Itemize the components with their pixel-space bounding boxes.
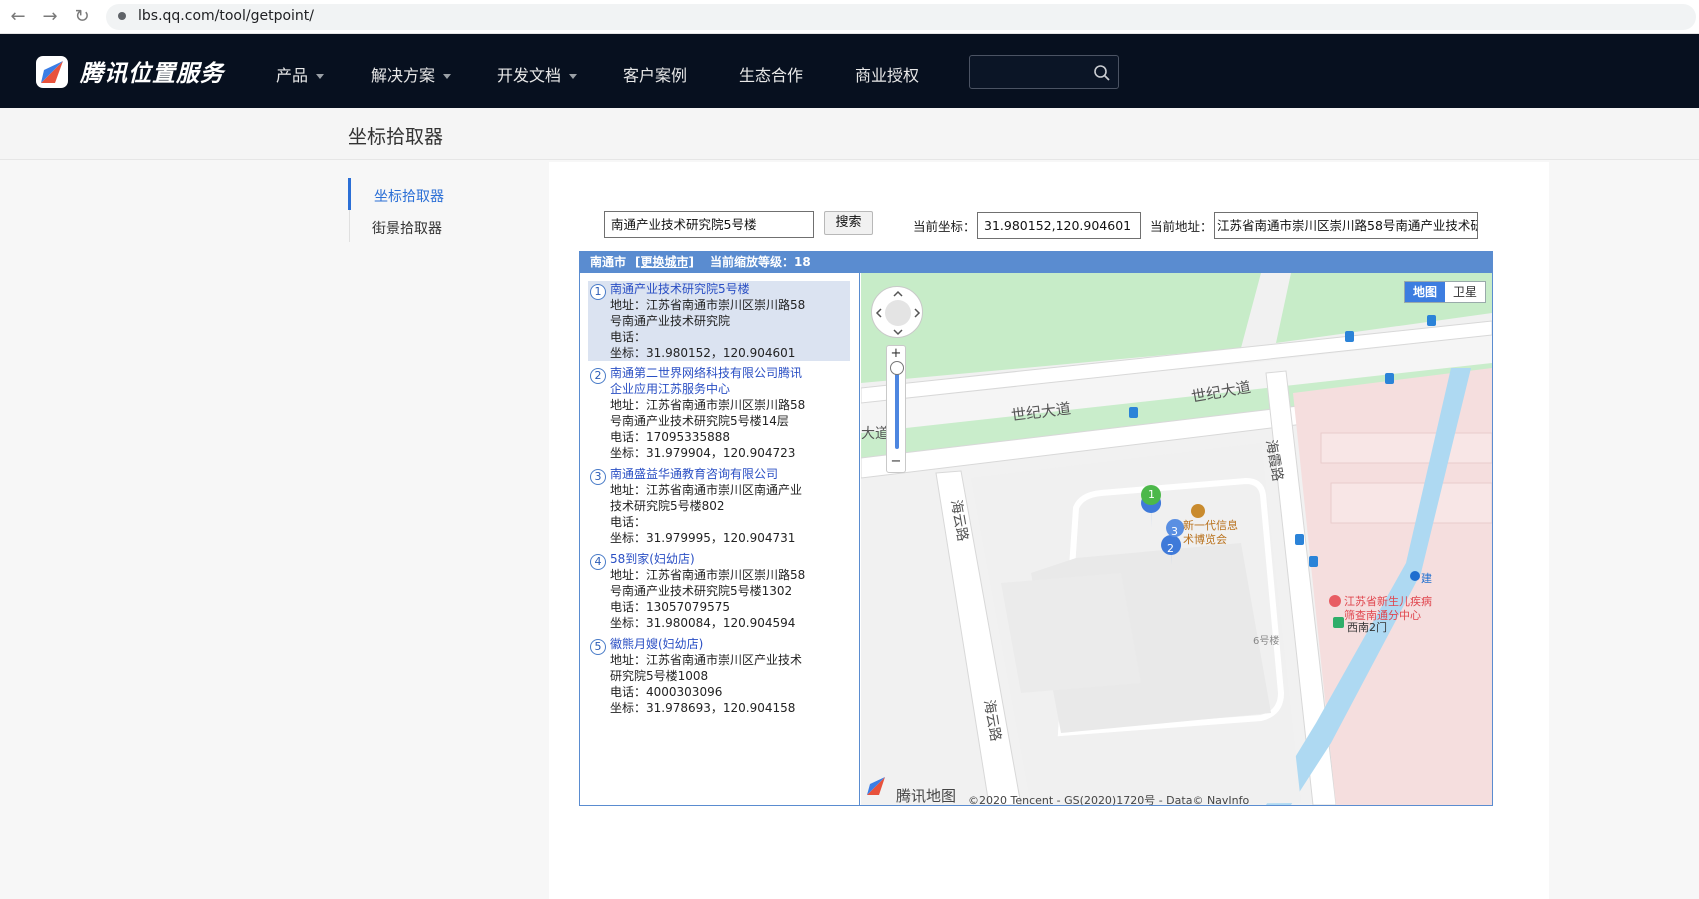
marker-number: 3	[1171, 525, 1178, 538]
result-name[interactable]: 徽熊月嫂(妇幼店)	[610, 636, 850, 652]
map-logo-text: 腾讯地图	[896, 787, 957, 805]
map-view[interactable]: 世纪大道 世纪大道 海霞路 海云路 海云路 大道 新一代信息 术博览会 江苏省新…	[861, 273, 1492, 805]
map-copyright: ©2020 Tencent - GS(2020)1720号 - Data© Na…	[968, 794, 1250, 805]
result-item[interactable]: 3 南通盛益华通教育咨询有限公司 地址：江苏省南通市崇川区南通产业 技术研究院5…	[588, 466, 850, 546]
zoom-level-text: 当前缩放等级：18	[710, 255, 811, 269]
result-coordinate: 坐标：31.980152，120.904601	[610, 346, 796, 360]
zoom-handle[interactable]	[890, 361, 904, 375]
search-results-list: 1 南通产业技术研究院5号楼 地址：江苏省南通市崇川区崇川路58 号南通产业技术…	[580, 273, 860, 805]
sidebar-active-indicator	[348, 178, 351, 210]
map-type-map-button[interactable]: 地图	[1404, 282, 1445, 302]
page-title: 坐标拾取器	[348, 126, 444, 148]
picker-frame: 南通市 [更换城市] 当前缩放等级：18 1 南通产业技术研究院5号楼 地址：江…	[579, 251, 1493, 806]
forward-icon[interactable]: →	[38, 5, 62, 29]
result-address: 地址：江苏省南通市崇川区产业技术	[610, 653, 803, 667]
menu-products[interactable]: 产品	[276, 62, 325, 86]
menu-licensing[interactable]: 商业授权	[855, 62, 919, 86]
reload-icon[interactable]: ↻	[70, 5, 94, 29]
change-city-link[interactable]: [更换城市]	[635, 252, 694, 273]
result-number-badge: 4	[590, 554, 606, 570]
menu-docs[interactable]: 开发文档	[497, 62, 578, 86]
result-phone: 电话：13057079575	[610, 600, 730, 614]
result-address: 号南通产业技术研究院5号楼1302	[610, 584, 793, 598]
result-phone: 电话：17095335888	[610, 430, 730, 444]
sidebar-divider	[349, 210, 350, 242]
result-number-badge: 1	[590, 284, 606, 300]
search-icon[interactable]	[1093, 64, 1111, 82]
result-name[interactable]: 企业应用江苏服务中心	[610, 381, 850, 397]
address-label: 当前地址：	[1150, 219, 1213, 234]
poi-label[interactable]: 术博览会	[1183, 531, 1227, 547]
browser-toolbar: ← → ↻ lbs.qq.com/tool/getpoint/	[0, 0, 1699, 34]
result-name[interactable]: 南通第二世界网络科技有限公司腾讯	[610, 365, 850, 381]
brand-name[interactable]: 腾讯位置服务	[80, 54, 224, 88]
result-address: 号南通产业技术研究院5号楼14层	[610, 414, 789, 428]
result-address: 地址：江苏省南通市崇川区南通产业	[610, 483, 803, 497]
result-address: 研究院5号楼1008	[610, 669, 709, 683]
result-phone: 电话：	[610, 330, 647, 344]
info-icon[interactable]	[118, 12, 126, 20]
result-number-badge: 5	[590, 639, 606, 655]
site-search-input[interactable]	[969, 55, 1119, 89]
chevron-down-icon	[316, 74, 325, 79]
result-coordinate: 坐标：31.979904，120.904723	[610, 446, 796, 460]
result-address: 号南通产业技术研究院	[610, 314, 731, 328]
result-address: 地址：江苏省南通市崇川区崇川路58	[610, 398, 806, 412]
menu-solutions[interactable]: 解决方案	[371, 62, 452, 86]
menu-cases[interactable]: 客户案例	[623, 62, 687, 86]
page-header: 坐标拾取器	[0, 108, 1699, 160]
address-field[interactable]: 江苏省南通市崇川区崇川路58号南通产业技术研究院	[1214, 212, 1478, 239]
zoom-slider[interactable]: + −	[886, 345, 906, 473]
result-address: 地址：江苏省南通市崇川区崇川路58	[610, 568, 806, 582]
tencent-location-logo-icon[interactable]	[36, 56, 68, 88]
sidebar-item-coordinate-picker[interactable]: 坐标拾取器	[374, 186, 444, 206]
back-icon[interactable]: ←	[6, 5, 30, 29]
result-item[interactable]: 4 58到家(妇幼店) 地址：江苏省南通市崇川区崇川路58 号南通产业技术研究院…	[588, 551, 850, 631]
address-bar[interactable]	[106, 4, 1696, 30]
result-name[interactable]: 南通产业技术研究院5号楼	[610, 281, 850, 297]
coord-label: 当前坐标：	[913, 219, 976, 234]
result-item[interactable]: 5 徽熊月嫂(妇幼店) 地址：江苏省南通市崇川区产业技术 研究院5号楼1008 …	[588, 636, 850, 716]
result-address: 技术研究院5号楼802	[610, 499, 725, 513]
top-navigation: 腾讯位置服务 产品 解决方案 开发文档 客户案例 生态合作 商业授权	[0, 34, 1699, 108]
map-type-satellite-button[interactable]: 卫星	[1445, 282, 1485, 302]
zoom-out-button[interactable]: −	[887, 454, 905, 469]
current-city: 南通市	[590, 255, 627, 269]
road-label: 大道	[861, 426, 889, 442]
frame-header: 南通市 [更换城市] 当前缩放等级：18	[580, 252, 1492, 273]
search-input[interactable]: 南通产业技术研究院5号楼	[604, 211, 814, 238]
pan-control[interactable]	[871, 286, 923, 338]
marker-number: 1	[1148, 488, 1155, 501]
chevron-down-icon	[443, 74, 452, 79]
menu-ecosystem[interactable]: 生态合作	[739, 62, 803, 86]
sidebar-item-streetview-picker[interactable]: 街景拾取器	[372, 218, 442, 238]
url-text[interactable]: lbs.qq.com/tool/getpoint/	[138, 8, 314, 24]
zoom-track[interactable]	[895, 364, 899, 449]
result-item[interactable]: 1 南通产业技术研究院5号楼 地址：江苏省南通市崇川区崇川路58 号南通产业技术…	[588, 281, 850, 361]
zoom-in-button[interactable]: +	[887, 346, 905, 361]
result-name[interactable]: 58到家(妇幼店)	[610, 551, 850, 567]
poi-label[interactable]: 西南2门	[1347, 619, 1387, 635]
result-number-badge: 2	[590, 368, 606, 384]
result-coordinate: 坐标：31.979995，120.904731	[610, 531, 796, 545]
result-coordinate: 坐标：31.978693，120.904158	[610, 701, 796, 715]
result-phone: 电话：	[610, 515, 647, 529]
result-name[interactable]: 南通盛益华通教育咨询有限公司	[610, 466, 850, 482]
poi-label[interactable]: 6号楼	[1253, 632, 1279, 647]
result-number-badge: 3	[590, 469, 606, 485]
result-phone: 电话：4000303096	[610, 685, 723, 699]
marker-number: 2	[1167, 542, 1174, 555]
search-button[interactable]: 搜索	[824, 211, 873, 235]
result-item[interactable]: 2 南通第二世界网络科技有限公司腾讯 企业应用江苏服务中心 地址：江苏省南通市崇…	[588, 365, 850, 461]
map-type-switch: 地图 卫星	[1403, 281, 1486, 303]
result-coordinate: 坐标：31.980084，120.904594	[610, 616, 796, 630]
coordinate-field[interactable]: 31.980152,120.904601	[977, 212, 1141, 239]
result-address: 地址：江苏省南通市崇川区崇川路58	[610, 298, 806, 312]
poi-label[interactable]: 建	[1421, 570, 1432, 586]
chevron-down-icon	[569, 74, 578, 79]
